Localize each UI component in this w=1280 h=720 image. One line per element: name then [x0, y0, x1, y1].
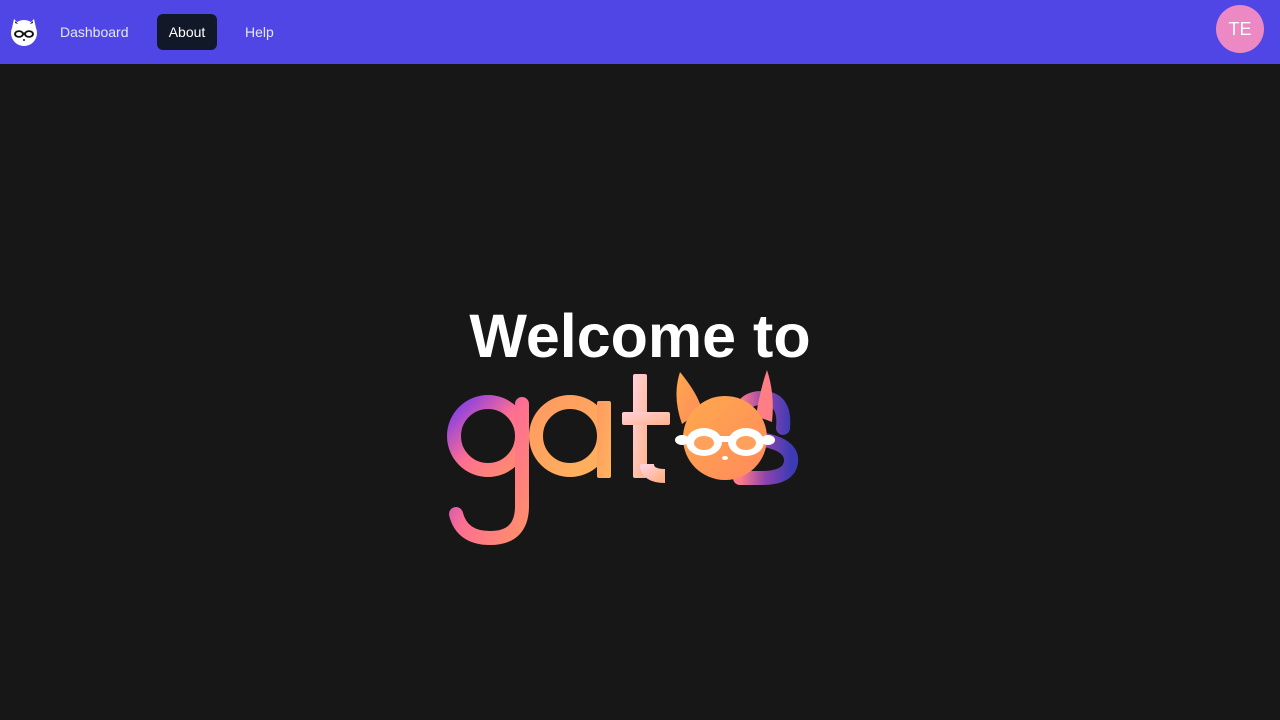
nav-link-dashboard[interactable]: Dashboard: [49, 14, 140, 50]
user-avatar[interactable]: TE: [1216, 5, 1264, 53]
welcome-title: Welcome to: [469, 302, 811, 370]
nav-link-about[interactable]: About: [157, 14, 217, 50]
top-navbar: Dashboard About Help TE: [0, 0, 1280, 64]
app-logo-icon[interactable]: [8, 16, 40, 48]
gatos-cat-logo-icon: [447, 370, 799, 546]
gatos-logo: [440, 366, 840, 546]
nav-link-help[interactable]: Help: [234, 14, 285, 50]
